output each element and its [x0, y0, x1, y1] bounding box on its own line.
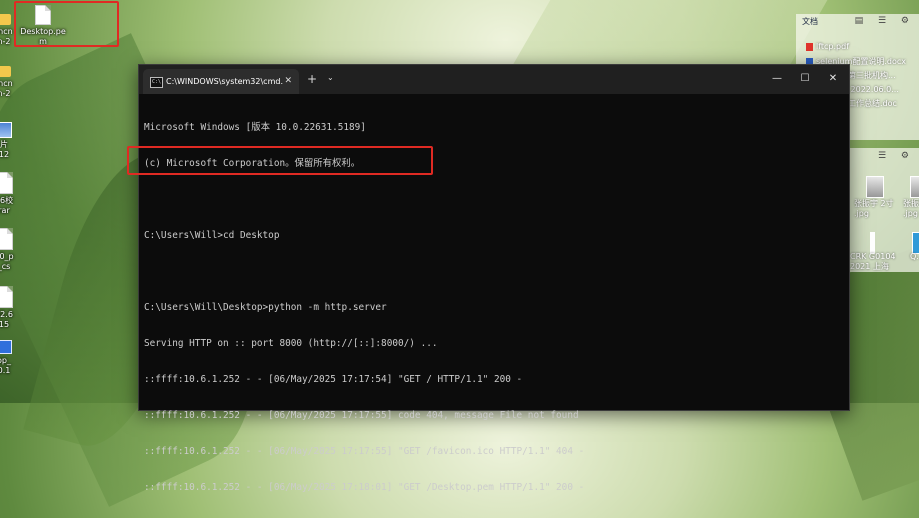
highlight-box-desktop-pem [14, 1, 119, 47]
desktop-icon-label: -ncn n-2 [0, 79, 13, 98]
desktop-icon-label: 片 12 [0, 140, 10, 159]
fence-controls[interactable]: ☰ ⚙ [878, 151, 915, 161]
monitor-icon [0, 340, 12, 354]
desktop-icon-label: 16校 rar [0, 196, 14, 215]
desktop-icon[interactable]: 16校 rar [0, 172, 26, 216]
fence-controls[interactable]: ▤ ☰ ⚙ [855, 16, 915, 26]
terminal-line: Serving HTTP on :: port 8000 (http://[::… [144, 338, 438, 349]
close-button[interactable]: ✕ [817, 65, 849, 94]
pdf-icon [806, 42, 813, 51]
terminal-line: C:\Users\Will>cd Desktop [144, 230, 280, 241]
desktop-icon[interactable]: 70_p _cs [0, 228, 26, 272]
terminal-line: Microsoft Windows [版本 10.0.22631.5189] [144, 122, 366, 133]
fence-item-label: CRK G0104 2021 上海 [850, 252, 896, 271]
photo-icon[interactable] [910, 176, 919, 198]
terminal-line: ::ffff:10.6.1.252 - - [06/May/2025 17:17… [144, 446, 585, 457]
terminal-tab[interactable]: C:\ C:\WINDOWS\system32\cmd. ✕ [143, 69, 299, 94]
terminal-window[interactable]: C:\ C:\WINDOWS\system32\cmd. ✕ + ⌄ — ☐ ✕… [138, 64, 850, 493]
terminal-line: ::ffff:10.6.1.252 - - [06/May/2025 17:17… [144, 374, 523, 385]
images-fence[interactable]: ☰ ⚙ 张振宇 2寸 .jpg 张振宇 .jpg CRK G0104 2021 … [848, 148, 919, 272]
desktop-icon[interactable]: 32.6 15 [0, 286, 26, 330]
file-icon[interactable] [870, 232, 875, 254]
terminal-tab-bar[interactable]: C:\ C:\WINDOWS\system32\cmd. ✕ + ⌄ — ☐ ✕ [139, 65, 849, 94]
fence-item-label: lftcp.pdf [816, 42, 850, 51]
file-icon[interactable] [912, 232, 919, 254]
desktop-icon-label: -ncn n-2 [0, 27, 13, 46]
highlight-box-command [127, 146, 433, 175]
fence-item-label: Q... [910, 252, 919, 261]
desktop-icon-label: 32.6 15 [0, 310, 13, 329]
photo-icon[interactable] [866, 176, 884, 198]
desktop-icon-label: op_ 0.1 [0, 356, 11, 375]
file-icon [0, 228, 13, 250]
folder-icon [0, 14, 11, 25]
desktop-icon-label: 70_p _cs [0, 252, 14, 271]
tab-close-icon[interactable]: ✕ [284, 69, 292, 94]
terminal-output[interactable]: Microsoft Windows [版本 10.0.22631.5189] (… [144, 98, 843, 493]
tab-title: C:\WINDOWS\system32\cmd. [166, 77, 283, 86]
terminal-line: ::ffff:10.6.1.252 - - [06/May/2025 17:18… [144, 482, 585, 493]
chevron-down-icon[interactable]: ⌄ [327, 73, 334, 82]
desktop-icon[interactable]: op_ 0.1 [0, 340, 26, 376]
fence-item-label: 张振宇 .jpg [903, 199, 919, 218]
file-icon [0, 172, 13, 194]
terminal-line: ::ffff:10.6.1.252 - - [06/May/2025 17:17… [144, 410, 579, 421]
file-icon [0, 286, 13, 308]
fence-item[interactable]: lftcp.pdf [806, 42, 849, 51]
image-icon [0, 122, 12, 138]
desktop-icon[interactable]: 片 12 [0, 122, 26, 160]
desktop-icon[interactable]: -ncn n-2 [0, 66, 26, 99]
terminal-line: C:\Users\Will\Desktop>python -m http.ser… [144, 302, 387, 313]
fence-item-label: 张振宇 2寸 .jpg [854, 199, 894, 218]
cmd-icon: C:\ [150, 77, 163, 88]
folder-icon [0, 66, 11, 77]
new-tab-button[interactable]: + [307, 72, 317, 86]
fence-title: 文档 [802, 17, 818, 26]
